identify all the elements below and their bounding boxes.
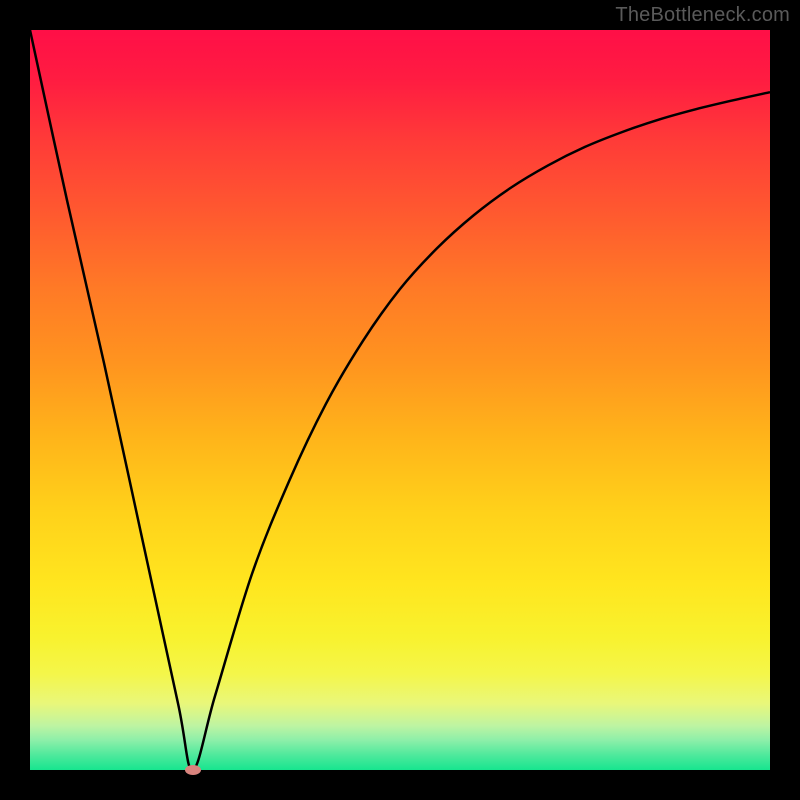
minimum-marker (185, 765, 201, 775)
bottleneck-curve (30, 30, 770, 770)
chart-frame: TheBottleneck.com (0, 0, 800, 800)
watermark-text: TheBottleneck.com (615, 4, 790, 27)
curve-svg (30, 30, 770, 770)
plot-area (30, 30, 770, 770)
